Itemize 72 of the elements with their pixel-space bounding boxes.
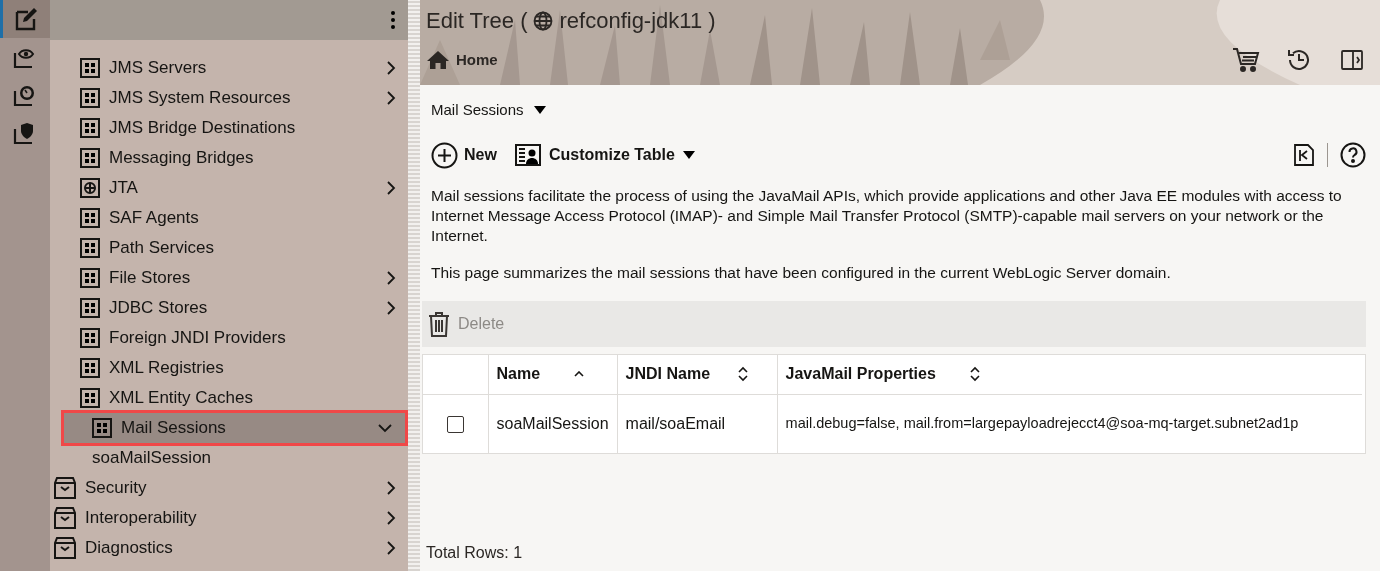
chevron-right-icon bbox=[386, 300, 396, 316]
tree-item[interactable]: JMS System Resources bbox=[52, 83, 408, 113]
tree-item[interactable]: JMS Servers bbox=[52, 53, 408, 83]
edit-icon bbox=[13, 7, 40, 31]
tree-item[interactable]: JMS Bridge Destinations bbox=[52, 113, 408, 143]
home-icon bbox=[426, 50, 450, 70]
grid-icon bbox=[80, 268, 100, 288]
globe-icon bbox=[533, 10, 554, 31]
chevron-right-icon bbox=[386, 270, 396, 286]
box-icon bbox=[54, 537, 76, 559]
tree-item[interactable]: File Stores bbox=[52, 263, 408, 293]
column-header[interactable]: Name bbox=[496, 362, 585, 387]
grid-icon bbox=[92, 418, 112, 438]
description-text: This page summarizes the mail sessions that have been configured in the current WebLogic Server domain. bbox=[431, 262, 1172, 283]
tree-item[interactable]: XML Registries bbox=[52, 353, 408, 383]
chevron-right-icon bbox=[386, 540, 396, 556]
description-text: Mail sessions facilitate the process of using the JavaMail APIs, which provide applications and other Java EE modules with access to Internet Message Access Protocol (IMAP)- and Simple Mail Transfer Protocol (SMTP)-capable mail servers on your network or the Internet. bbox=[431, 185, 1343, 246]
tree-item[interactable]: Security bbox=[50, 473, 408, 503]
total-rows-label: Total Rows: 1 bbox=[425, 543, 524, 563]
tree-item[interactable]: Mail Sessions bbox=[64, 413, 405, 443]
cart-icon[interactable] bbox=[1232, 47, 1260, 73]
trash-icon bbox=[428, 310, 450, 337]
row-checkbox[interactable] bbox=[446, 416, 464, 433]
tree-item[interactable]: Interoperability bbox=[50, 503, 408, 533]
tree-item[interactable]: soaMailSession bbox=[50, 443, 408, 473]
tree-item[interactable]: Diagnostics bbox=[50, 533, 408, 563]
column-header[interactable]: JavaMail Properties bbox=[785, 362, 980, 387]
chevron-right-icon bbox=[386, 90, 396, 106]
target-icon bbox=[80, 178, 100, 198]
box-icon bbox=[54, 477, 76, 499]
chevron-right-icon bbox=[386, 60, 396, 76]
grid-icon bbox=[80, 88, 100, 108]
page-menu[interactable]: Mail Sessions bbox=[431, 99, 546, 122]
new-button[interactable]: New bbox=[431, 141, 497, 169]
tree-item[interactable]: JDBC Stores bbox=[52, 293, 408, 323]
chevron-right-icon bbox=[386, 180, 396, 196]
domain-name: refconfig-jdk11 ) bbox=[559, 7, 716, 35]
grid-icon bbox=[80, 328, 100, 348]
tree-item[interactable]: Messaging Bridges bbox=[52, 143, 408, 173]
caret-icon bbox=[533, 106, 546, 115]
history-icon[interactable] bbox=[1286, 47, 1312, 73]
grid-icon bbox=[80, 298, 100, 318]
grid-icon bbox=[80, 238, 100, 258]
grid-icon bbox=[80, 118, 100, 138]
tree-item[interactable]: JTA bbox=[52, 173, 408, 203]
table-cell: mail.debug=false, mail.from=largepayloadrejecct4@soa-mq-target.subnet2ad1p bbox=[777, 394, 1363, 453]
tree-item[interactable]: XML Entity Caches bbox=[52, 383, 408, 413]
table-cell: mail/soaEmail bbox=[617, 394, 778, 453]
home-link[interactable]: Home bbox=[426, 48, 498, 72]
grid-icon bbox=[80, 148, 100, 168]
grid-icon bbox=[80, 388, 100, 408]
caret-icon bbox=[682, 151, 695, 159]
help-icon[interactable] bbox=[1340, 142, 1366, 168]
grid-icon bbox=[80, 358, 100, 378]
table-cell: soaMailSession bbox=[488, 394, 618, 453]
chevron-down-icon bbox=[377, 423, 393, 433]
chevron-right-icon bbox=[386, 510, 396, 526]
box-icon bbox=[54, 507, 76, 529]
tree-item[interactable]: Path Services bbox=[52, 233, 408, 263]
collapse-icon[interactable] bbox=[1293, 143, 1315, 167]
table-person-icon bbox=[514, 144, 541, 166]
customize-table-button[interactable]: Customize Table bbox=[514, 143, 695, 167]
add-icon bbox=[431, 141, 458, 169]
tree-item[interactable]: Foreign JNDI Providers bbox=[52, 323, 408, 353]
grid-icon bbox=[80, 208, 100, 228]
more-icon[interactable] bbox=[390, 10, 396, 30]
column-header[interactable]: JNDI Name bbox=[625, 362, 749, 387]
page-title: Edit Tree ( bbox=[426, 7, 528, 35]
panel-icon[interactable] bbox=[1340, 48, 1364, 72]
grid-icon bbox=[80, 58, 100, 78]
tree-item[interactable]: SAF Agents bbox=[52, 203, 408, 233]
chevron-right-icon bbox=[386, 480, 396, 496]
